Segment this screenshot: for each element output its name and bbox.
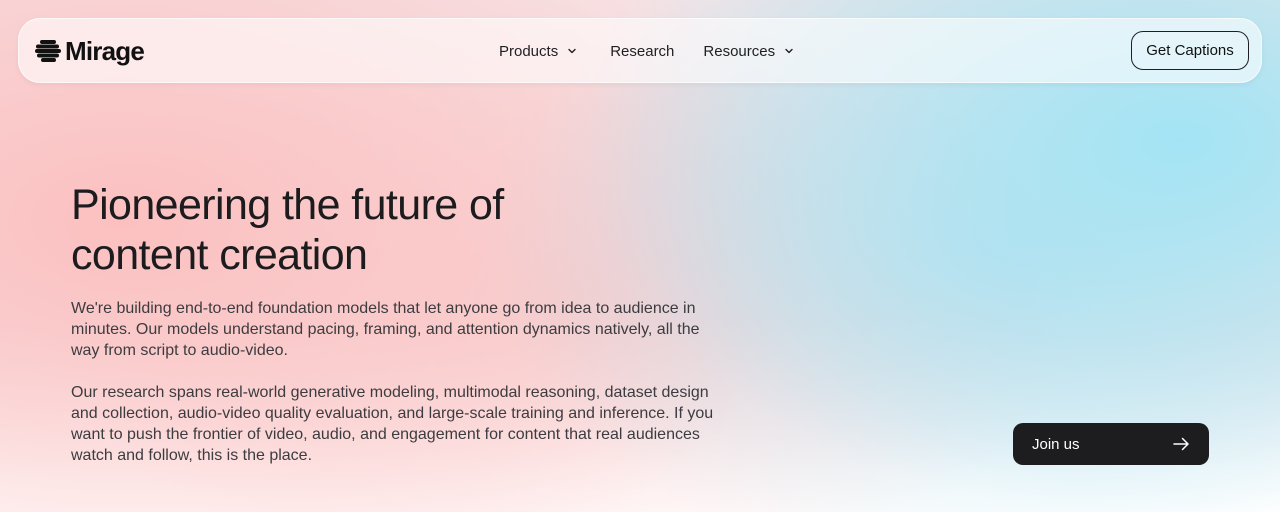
- nav-item-products[interactable]: Products: [499, 43, 577, 60]
- brand-name: Mirage: [65, 36, 145, 66]
- join-us-button[interactable]: Join us: [1013, 423, 1209, 465]
- hero-paragraph-intro: We're building end-to-end foundation mod…: [71, 300, 700, 359]
- hero-paragraph-research: Our research spans real-world generative…: [71, 384, 714, 464]
- get-captions-button[interactable]: Get Captions: [1131, 31, 1249, 70]
- brand-logo[interactable]: Mirage: [35, 36, 145, 66]
- nav-item-research[interactable]: Research: [610, 43, 674, 60]
- top-navigation-bar: Mirage Products Research Resources Get C…: [18, 18, 1262, 83]
- nav-item-label: Research: [610, 42, 675, 60]
- hero-title: Pioneering the future of content creatio…: [71, 180, 631, 280]
- chevron-down-icon: [785, 48, 793, 54]
- mirage-logo-icon: [35, 40, 61, 62]
- hero-title-line-1: Pioneering the future of: [71, 181, 504, 229]
- nav-item-resources[interactable]: Resources: [703, 43, 794, 60]
- arrow-right-icon: [1173, 437, 1189, 451]
- nav-links: Products Research Resources: [499, 39, 794, 63]
- nav-item-label: Resources: [703, 42, 776, 60]
- join-us-label: Join us: [1032, 435, 1080, 453]
- chevron-down-icon: [568, 48, 576, 54]
- nav-item-label: Products: [499, 42, 559, 60]
- hero-title-line-2: content creation: [71, 231, 368, 279]
